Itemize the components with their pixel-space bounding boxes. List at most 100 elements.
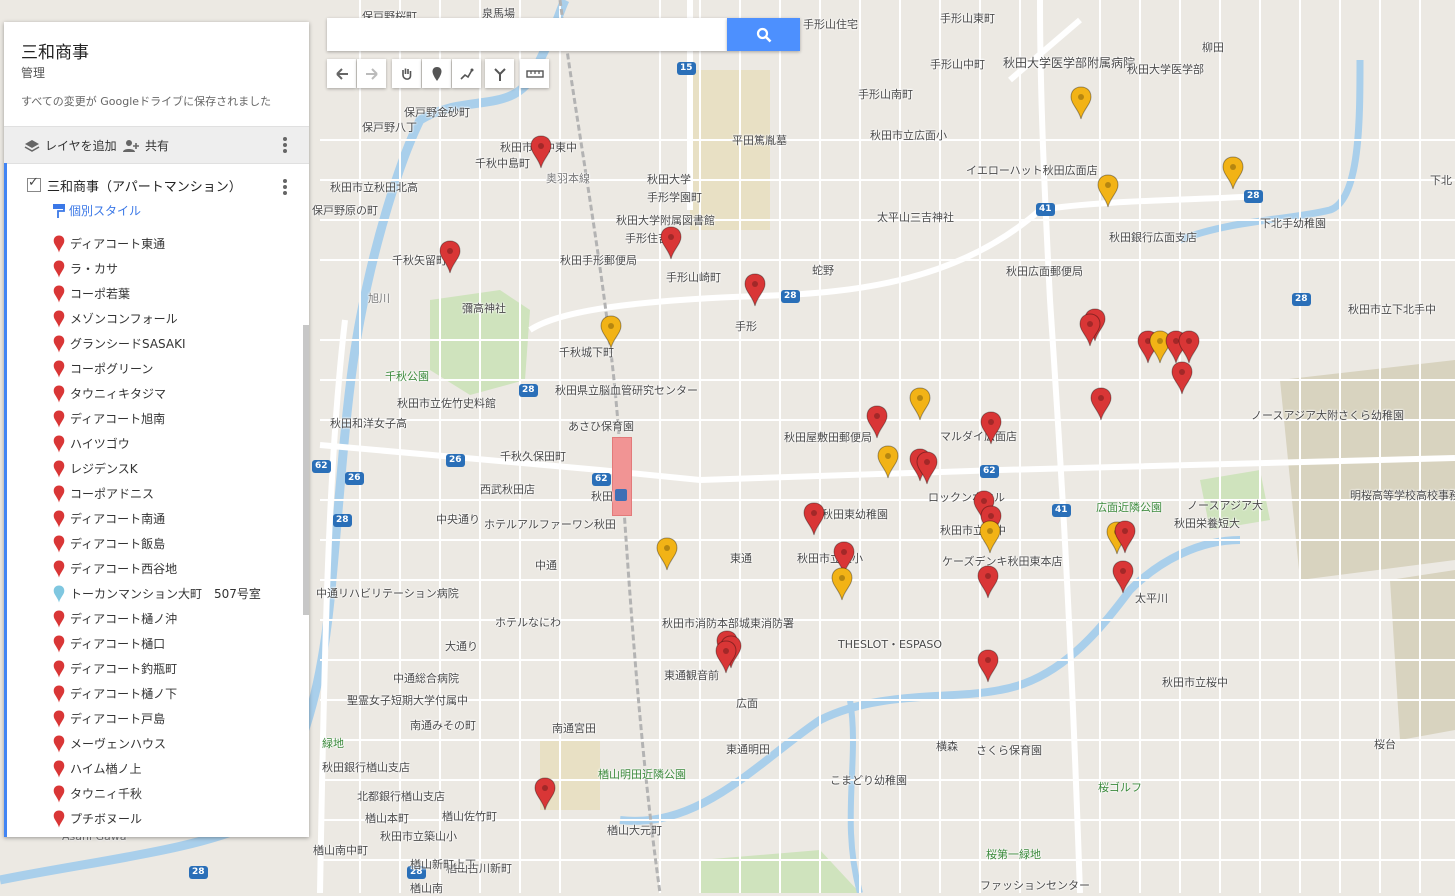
layer-item[interactable]: メゾンコンフォール [53,306,261,331]
red-marker-icon[interactable] [916,451,938,485]
map-place-label[interactable]: あさひ保育園 [568,418,634,434]
layer-visibility-checkbox[interactable] [27,175,41,192]
individual-style-link[interactable]: 個別スタイル [53,202,141,219]
yellow-marker-icon[interactable] [909,387,931,421]
map-place-label[interactable]: さくら保育園 [976,742,1042,758]
layer-item[interactable]: ディアコート東通 [53,231,261,256]
red-marker-icon[interactable] [744,273,766,307]
map-place-label[interactable]: 秋田広面郵便局 [1006,263,1083,279]
map-place-label[interactable]: 中通総合病院 [393,670,459,686]
map-place-label[interactable]: 楢山本町 [365,810,409,826]
yellow-marker-icon[interactable] [1097,174,1119,208]
measure-button[interactable] [520,59,549,88]
map-place-label[interactable]: 南通みその町 [410,717,476,733]
panel-scrollbar[interactable] [303,325,309,615]
map-place-label[interactable]: 秋田栄養短大 [1174,515,1240,531]
map-place-label[interactable]: 桜台 [1374,736,1396,752]
redo-button[interactable] [357,59,386,88]
layer-item[interactable]: メーヴェンハウス [53,731,261,756]
layer-item[interactable]: ディアコート南通 [53,506,261,531]
layer-item[interactable]: コーポグリーン [53,356,261,381]
map-place-label[interactable]: 南通宮田 [552,720,596,736]
map-place-label[interactable]: 太平山三吉神社 [877,209,954,225]
share-button[interactable]: 共有 [122,137,169,154]
map-place-label[interactable]: 保戸野金砂町 [404,104,470,120]
map-place-label[interactable]: 千秋久保田町 [500,448,566,464]
map-place-label[interactable]: 奥羽本線 [546,170,590,186]
map-place-label[interactable]: 秋田手形郵便局 [560,252,637,268]
yellow-marker-icon[interactable] [877,445,899,479]
map-place-label[interactable]: 広面 [736,695,758,711]
map-place-label[interactable]: 秋田市立桜中 [1162,674,1228,690]
red-marker-icon[interactable] [715,640,737,674]
map-place-label[interactable]: 秋田市立築山小 [380,828,457,844]
map-place-label[interactable]: 中通リハビリテーション病院 [316,585,459,601]
map-place-label[interactable]: 明桜高等学校高校事務課 [1350,487,1455,503]
map-place-label[interactable]: 中央通り [436,511,480,527]
map-place-label[interactable]: 広面近隣公園 [1096,499,1162,515]
map-place-label[interactable]: 桜ゴルフ [1098,779,1142,795]
map-place-label[interactable]: 下北手幼稚園 [1260,215,1326,231]
map-place-label[interactable]: 桜第一緑地 [986,846,1041,862]
red-marker-icon[interactable] [1079,313,1101,347]
layer-item[interactable]: グランシードSASAKI [53,331,261,356]
map-place-label[interactable]: 彌高神社 [462,300,506,316]
map-place-label[interactable]: ホテルなにわ [495,614,561,630]
red-marker-icon[interactable] [534,777,556,811]
map-place-label[interactable]: ファッションセンター [980,877,1090,893]
map-place-label[interactable]: 太平川 [1135,590,1168,606]
map-place-label[interactable]: ノースアジア大 [1187,497,1263,513]
map-place-label[interactable]: イエローハット秋田広面店 [966,162,1098,178]
map-place-label[interactable]: 秋田大学医学部附属病院 [1003,54,1135,71]
draw-line-button[interactable] [452,59,481,88]
layer-item[interactable]: ディアコート樋口 [53,631,261,656]
map-subtitle[interactable]: 管理 [21,64,45,81]
map-place-label[interactable]: 秋田銀行広面支店 [1109,229,1197,245]
layer-item[interactable]: ディアコート樋ノ沖 [53,606,261,631]
map-place-label[interactable]: 秋田大学 [647,171,691,187]
map-place-label[interactable]: 平田篤胤墓 [732,132,787,148]
red-marker-icon[interactable] [803,502,825,536]
layer-item[interactable]: タウニィキタジマ [53,381,261,406]
pan-tool-button[interactable] [392,59,421,88]
map-place-label[interactable]: 手形 [735,318,757,334]
map-place-label[interactable]: 楢山明田近隣公園 [598,766,686,782]
map-place-label[interactable]: 楢山南 [410,880,443,896]
map-place-label[interactable]: 秋田屋敷田郵便局 [784,429,872,445]
map-place-label[interactable]: 北都銀行楢山支店 [357,788,445,804]
map-place-label[interactable]: ホテルアルファーワン秋田 [484,516,616,532]
layer-item[interactable]: ハイツゴウ [53,431,261,456]
map-place-label[interactable]: THESLOT・ESPASO [838,636,942,652]
map-place-label[interactable]: 東通 [730,550,752,566]
map-place-label[interactable]: 秋田市立秋田北高 [330,179,418,195]
map-place-label[interactable]: 西武秋田店 [480,481,535,497]
layer-item[interactable]: レジデンスK [53,456,261,481]
map-place-label[interactable]: 千秋公園 [385,368,429,384]
map-place-label[interactable]: 秋田市消防本部城東消防署 [662,615,794,631]
map-place-label[interactable]: 楢山南中町 [313,842,368,858]
map-place-label[interactable]: 手形学園町 [647,189,702,205]
map-place-label[interactable]: 秋田市立広面小 [870,127,947,143]
red-marker-icon[interactable] [660,226,682,260]
map-place-label[interactable]: 手形山住宅 [803,16,858,32]
map-place-label[interactable]: 秋田市立下北手中 [1348,301,1436,317]
map-place-label[interactable]: 旭川 [368,290,390,306]
panel-more-options-icon[interactable] [283,137,287,155]
layer-item[interactable]: トーカンマンション大町 507号室 [53,581,261,606]
yellow-marker-icon[interactable] [831,567,853,601]
layer-item[interactable]: ディアコート西谷地 [53,556,261,581]
red-marker-icon[interactable] [866,405,888,439]
yellow-marker-icon[interactable] [656,537,678,571]
map-place-label[interactable]: ノースアジア大附さくら幼稚園 [1251,407,1404,423]
map-place-label[interactable]: 東通明田 [726,741,770,757]
map-place-label[interactable]: 秋田銀行楢山支店 [322,759,410,775]
layer-item[interactable]: ハイム楢ノ上 [53,756,261,781]
red-marker-icon[interactable] [1114,520,1136,554]
directions-button[interactable] [485,59,514,88]
map-place-label[interactable]: 中通 [535,557,557,573]
map-place-label[interactable]: 緑地 [322,735,344,751]
map-place-label[interactable]: 蛇野 [812,262,834,278]
map-place-label[interactable]: 楢山新町上丁 [410,856,476,872]
layer-item[interactable]: プチボヌール [53,806,261,831]
map-title[interactable]: 三和商事 [21,38,89,63]
